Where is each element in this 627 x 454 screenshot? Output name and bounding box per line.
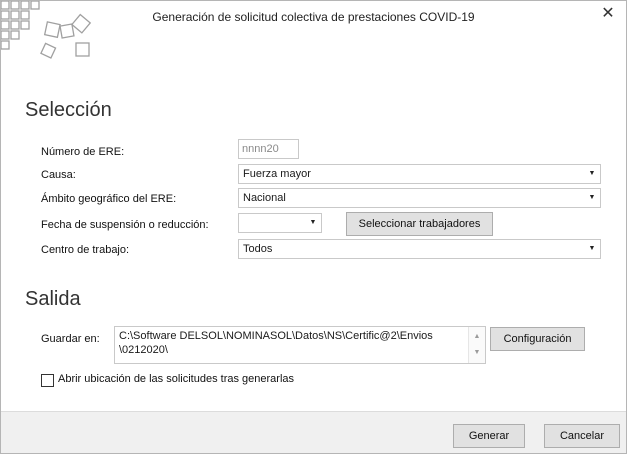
- close-icon[interactable]: ✕: [598, 4, 618, 24]
- scroll-down-icon[interactable]: ▼: [469, 346, 485, 360]
- guardar-path-value: C:\Software DELSOL\NOMINASOL\Datos\NS\Ce…: [119, 330, 433, 356]
- guardar-label: Guardar en:: [41, 333, 100, 345]
- causa-value: Fuerza mayor: [243, 168, 311, 180]
- window-title: Generación de solicitud colectiva de pre…: [152, 10, 475, 24]
- scroll-up-icon[interactable]: ▲: [469, 330, 485, 344]
- chevron-down-icon[interactable]: ▼: [584, 189, 600, 207]
- ambito-select[interactable]: Nacional ▼: [238, 188, 601, 208]
- fecha-date-picker[interactable]: ▼: [238, 213, 322, 233]
- ambito-label: Ámbito geográfico del ERE:: [41, 193, 177, 205]
- ambito-value: Nacional: [243, 192, 286, 204]
- chevron-down-icon[interactable]: ▼: [584, 165, 600, 183]
- dialog-footer: Generar Cancelar: [1, 411, 626, 453]
- path-scrollbar[interactable]: ▲ ▼: [468, 327, 485, 363]
- chevron-down-icon[interactable]: ▼: [305, 214, 321, 232]
- salida-heading: Salida: [25, 288, 81, 310]
- title-bar: Generación de solicitud colectiva de pre…: [1, 1, 626, 59]
- guardar-path-input[interactable]: C:\Software DELSOL\NOMINASOL\Datos\NS\Ce…: [114, 326, 486, 364]
- causa-label: Causa:: [41, 169, 76, 181]
- fecha-label: Fecha de suspensión o reducción:: [41, 219, 209, 231]
- chevron-down-icon[interactable]: ▼: [584, 240, 600, 258]
- configuracion-button[interactable]: Configuración: [490, 327, 585, 351]
- centro-select[interactable]: Todos ▼: [238, 239, 601, 259]
- seleccion-heading: Selección: [25, 99, 112, 121]
- cancelar-button[interactable]: Cancelar: [544, 424, 620, 448]
- numero-ere-label: Número de ERE:: [41, 146, 125, 158]
- causa-select[interactable]: Fuerza mayor ▼: [238, 164, 601, 184]
- dialog-window: Generación de solicitud colectiva de pre…: [0, 0, 627, 454]
- abrir-ubicacion-checkbox[interactable]: [41, 374, 54, 387]
- generar-button[interactable]: Generar: [453, 424, 525, 448]
- numero-ere-input[interactable]: nnnn20: [238, 139, 299, 159]
- centro-label: Centro de trabajo:: [41, 244, 130, 256]
- seleccionar-trabajadores-button[interactable]: Seleccionar trabajadores: [346, 212, 493, 236]
- centro-value: Todos: [243, 243, 273, 255]
- abrir-ubicacion-label: Abrir ubicación de las solicitudes tras …: [58, 373, 295, 385]
